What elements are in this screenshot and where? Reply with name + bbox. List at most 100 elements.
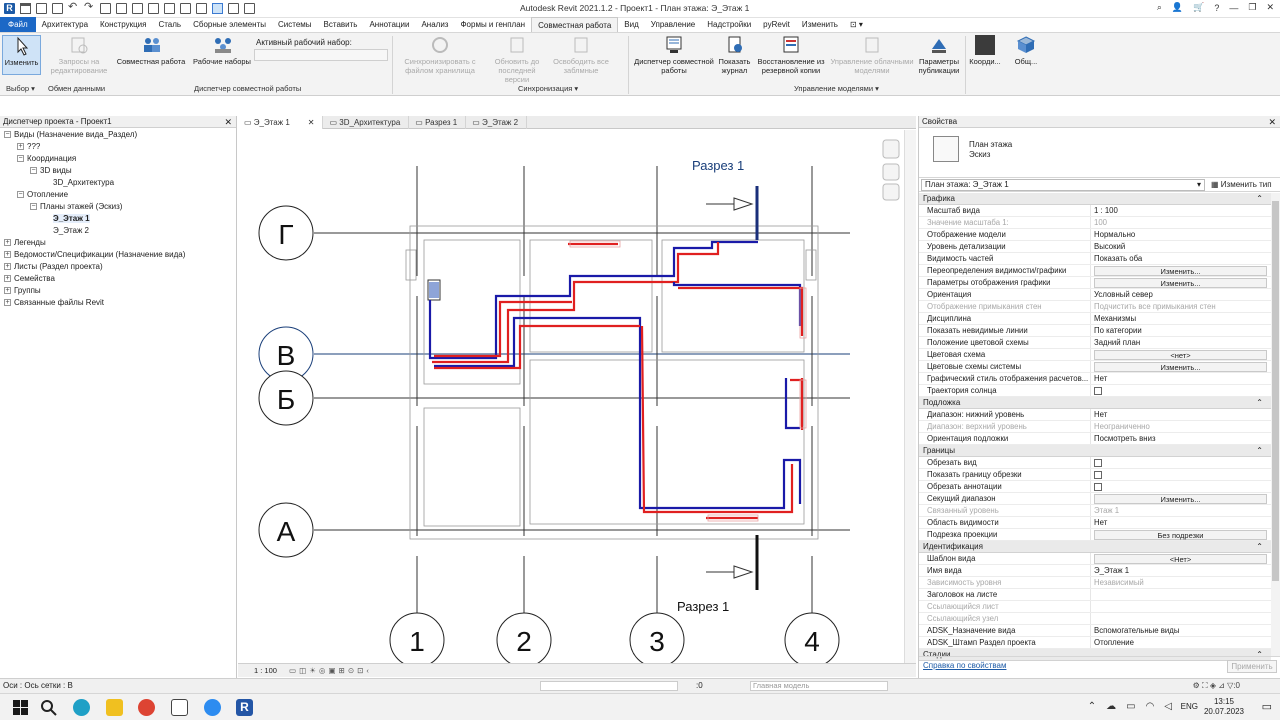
tree-item[interactable]: + Группы xyxy=(0,285,236,297)
collapse-icon[interactable]: − xyxy=(17,155,24,163)
menu-tab[interactable]: Аннотации xyxy=(363,17,415,32)
property-edit-button[interactable]: Изменить... xyxy=(1094,266,1267,276)
menu-tab[interactable]: Конструкция xyxy=(94,17,152,32)
wifi-icon[interactable]: ◠ xyxy=(1146,701,1155,712)
zoom-icon[interactable] xyxy=(204,699,221,716)
property-value[interactable] xyxy=(1091,457,1271,468)
property-value[interactable] xyxy=(1091,469,1271,480)
search-icon[interactable] xyxy=(40,699,57,716)
edge-browser-icon[interactable] xyxy=(73,699,90,716)
property-value[interactable]: Изменить... xyxy=(1091,265,1271,276)
view-tab[interactable]: ▭ Разрез 1 xyxy=(409,116,467,129)
expand-icon[interactable]: + xyxy=(4,251,11,259)
collapse-icon[interactable]: ⌃ xyxy=(1256,397,1263,409)
collapse-icon[interactable]: − xyxy=(4,131,11,139)
property-value[interactable]: Без подрезки xyxy=(1091,529,1271,540)
contextual-dropdown-icon[interactable]: ⊡ ▾ xyxy=(844,17,869,32)
collapse-icon[interactable]: ⌃ xyxy=(1256,445,1263,457)
menu-tab[interactable]: Файл xyxy=(0,17,36,32)
thin-lines-icon[interactable] xyxy=(212,3,223,14)
apply-button[interactable]: Применить xyxy=(1227,660,1277,673)
property-value[interactable]: <нет> xyxy=(1091,349,1271,360)
chrome-icon[interactable] xyxy=(138,699,155,716)
switch-windows-icon[interactable] xyxy=(244,3,255,14)
selection-filter-icons[interactable]: ⚙ ⛶ ◈ ⊿ ▽:0 xyxy=(1193,679,1240,693)
floor-plan-drawing[interactable]: Г В Б А 1 2 3 4 Разрез 1 Разрез 1 xyxy=(238,130,904,663)
tray-icon[interactable]: ⌃ xyxy=(1088,701,1096,712)
property-value[interactable] xyxy=(1091,481,1271,492)
property-value[interactable]: Э_Этаж 1 xyxy=(1091,565,1271,576)
modify-button[interactable]: Изменить xyxy=(2,35,41,75)
property-edit-button[interactable]: <Нет> xyxy=(1094,554,1267,564)
checkbox[interactable] xyxy=(1094,387,1102,395)
tree-item[interactable]: + Семейства xyxy=(0,273,236,285)
properties-help-link[interactable]: Справка по свойствам xyxy=(923,661,1006,670)
property-edit-button[interactable]: Изменить... xyxy=(1094,278,1267,288)
menu-tab[interactable]: Вставить xyxy=(318,17,364,32)
revit-taskbar-icon[interactable]: R xyxy=(236,699,253,716)
menu-tab[interactable]: Управление xyxy=(645,17,701,32)
language-indicator[interactable]: ENG xyxy=(1181,702,1198,711)
property-value[interactable]: Условный север xyxy=(1091,289,1271,300)
property-value[interactable]: Вспомогательные виды xyxy=(1091,625,1271,636)
worksets-button[interactable]: Рабочие наборы xyxy=(190,35,254,66)
collapse-icon[interactable]: − xyxy=(17,191,24,199)
file-explorer-icon[interactable] xyxy=(106,699,123,716)
tree-item[interactable]: +??? xyxy=(0,141,236,153)
panel-select-label[interactable]: Выбор ▾ xyxy=(6,84,35,93)
redo-icon[interactable] xyxy=(84,0,95,14)
worksharing-monitor-button[interactable]: Диспетчер совместной работы xyxy=(634,35,714,75)
tree-item[interactable]: + Легенды xyxy=(0,237,236,249)
tree-item[interactable]: 3D_Архитектура xyxy=(0,177,236,189)
close-icon[interactable]: ✕ xyxy=(1268,116,1276,128)
vertical-scrollbar[interactable] xyxy=(904,130,916,663)
property-edit-button[interactable]: Изменить... xyxy=(1094,494,1267,504)
collaborate-button[interactable]: Совместная работа xyxy=(114,35,188,66)
property-value[interactable]: По категории xyxy=(1091,325,1271,336)
property-group-header[interactable]: Подложка ⌃ xyxy=(919,397,1271,409)
property-value[interactable]: Задний план xyxy=(1091,337,1271,348)
tree-item[interactable]: − Координация xyxy=(0,153,236,165)
measure-icon[interactable] xyxy=(116,3,127,14)
menu-tab[interactable]: Сборные элементы xyxy=(187,17,272,32)
property-value[interactable]: <Нет> xyxy=(1091,553,1271,564)
close-hidden-icon[interactable] xyxy=(228,3,239,14)
drawing-canvas[interactable]: Г В Б А 1 2 3 4 Разрез 1 Разрез 1 xyxy=(238,130,904,663)
menu-tab[interactable]: Совместная работа xyxy=(531,17,619,32)
show-history-button[interactable]: Показать журнал xyxy=(716,35,753,75)
cart-icon[interactable]: 🛒 xyxy=(1193,2,1204,13)
navisworks-icon[interactable] xyxy=(171,699,188,716)
windows-start-icon[interactable] xyxy=(12,699,29,716)
property-value[interactable]: Посмотреть вниз xyxy=(1091,433,1271,444)
panel-models-label[interactable]: Управление моделями ▾ xyxy=(794,84,879,93)
menu-tab[interactable]: Сталь xyxy=(152,17,187,32)
search-icon[interactable]: ⌕ xyxy=(1157,2,1162,13)
property-value[interactable]: Отопление xyxy=(1091,637,1271,648)
tree-item[interactable]: − Планы этажей (Эскиз) xyxy=(0,201,236,213)
type-selector[interactable]: План этажа Эскиз xyxy=(919,128,1280,178)
property-value[interactable]: Нормально xyxy=(1091,229,1271,240)
minimize-icon[interactable]: — xyxy=(1229,3,1238,13)
tray-icon[interactable]: ☁ xyxy=(1106,701,1116,712)
battery-icon[interactable]: ▭ xyxy=(1126,701,1135,712)
expand-icon[interactable]: + xyxy=(4,239,11,247)
editing-requests-button[interactable]: Запросы на редактирование xyxy=(46,35,112,75)
tree-item[interactable]: Э_Этаж 1 xyxy=(0,213,236,225)
menu-tab[interactable]: Изменить xyxy=(796,17,844,32)
volume-icon[interactable]: ◁ xyxy=(1164,701,1172,712)
menu-tab[interactable]: Надстройки xyxy=(701,17,757,32)
tree-item[interactable]: + Листы (Раздел проекта) xyxy=(0,261,236,273)
expand-icon[interactable]: + xyxy=(4,287,11,295)
user-icon[interactable]: 👤 xyxy=(1172,2,1183,13)
checkbox[interactable] xyxy=(1094,459,1102,467)
properties-scrollbar[interactable] xyxy=(1271,193,1280,656)
menu-tab[interactable]: Формы и генплан xyxy=(454,17,531,32)
property-value[interactable]: Нет xyxy=(1091,517,1271,528)
view-tab[interactable]: ▭ Э_Этаж 2 xyxy=(466,116,528,129)
tree-item[interactable]: −3D виды xyxy=(0,165,236,177)
design-option-field[interactable]: Главная модель xyxy=(750,681,888,691)
menu-tab[interactable]: Вид xyxy=(618,17,644,32)
menu-tab[interactable]: Анализ xyxy=(415,17,454,32)
property-value[interactable] xyxy=(1091,385,1271,396)
save-icon[interactable] xyxy=(36,3,47,14)
